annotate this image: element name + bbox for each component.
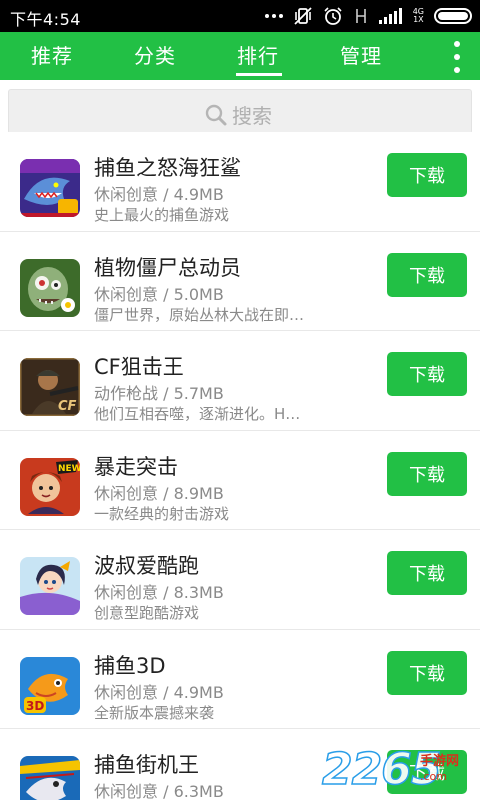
app-description: 一款经典的射击游戏 [94,504,230,523]
app-name: 植物僵尸总动员 [94,255,241,280]
app-meta: 休闲创意 / 4.9MB [94,682,224,702]
tab-recommend[interactable]: 推荐 [12,40,92,69]
tab-manage[interactable]: 管理 [321,40,401,69]
fish-3d-icon: 3D [20,656,80,715]
vertical-dots-icon[interactable] [450,41,464,73]
app-description: 全新版本震撼来袭 [94,703,215,722]
zombie-game-icon [20,258,80,317]
search-placeholder: 搜索 [232,104,272,128]
app-description: 创意型跑酷游戏 [94,604,200,622]
search-input[interactable]: 搜索 [8,89,472,134]
shark-game-icon [20,159,80,217]
list-item[interactable]: 捕鱼之怒海狂鲨 休闲创意 / 4.9MB 史上最火的捕鱼游戏 下载 [0,132,480,232]
app-name: 暴走突击 [94,454,178,479]
download-button[interactable]: 下载 [387,650,467,695]
status-bar: 下午4:54 4G 1X [0,0,480,32]
search-icon [205,104,227,125]
runner-girl-icon [20,557,80,615]
download-button[interactable]: 下载 [387,153,467,197]
signal-bars-icon [378,8,403,24]
app-description: 史上最火的捕鱼游戏 [94,206,230,224]
app-meta: 休闲创意 / 8.3MB [94,583,224,602]
download-button[interactable]: 下载 [387,551,467,595]
watermark-text: 手游网 [420,754,460,769]
mute-vibrate-icon [293,6,313,26]
svg-text:CF: CF [58,399,77,414]
more-dots-icon [264,14,283,18]
svg-text:NEW: NEW [58,464,80,474]
watermark-url: .com [420,770,447,783]
svg-text:3D: 3D [26,699,44,713]
fishing-arcade-icon [20,756,80,800]
tab-ranking[interactable]: 排行 [218,40,298,69]
app-name: 捕鱼街机王 [94,753,199,777]
list-item[interactable]: NEW 暴走突击 休闲创意 / 8.9MB 一款经典的射击游戏 下载 [0,430,480,530]
site-watermark: 2265 手游网 .com [321,740,480,798]
download-button[interactable]: 下载 [387,451,467,496]
top-nav-bar: 推荐 分类 排行 管理 [0,32,480,80]
active-tab-indicator [236,73,282,76]
app-description: 僵尸世界，原始丛林大战在即… [94,305,305,324]
app-name: 捕鱼3D [94,653,166,678]
download-button[interactable]: 下载 [387,352,467,396]
status-time: 下午4:54 [10,10,81,29]
app-name: CF狙击王 [94,355,184,379]
status-icons: 4G 1X [264,5,472,27]
app-meta: 动作枪战 / 5.7MB [94,384,224,403]
tab-category[interactable]: 分类 [115,40,195,69]
app-name: 捕鱼之怒海狂鲨 [94,156,241,180]
list-item[interactable]: 波叔爱酷跑 休闲创意 / 8.3MB 创意型跑酷游戏 下载 [0,530,480,630]
app-meta: 休闲创意 / 5.0MB [94,284,224,304]
list-item[interactable]: 植物僵尸总动员 休闲创意 / 5.0MB 僵尸世界，原始丛林大战在即… 下载 [0,231,480,331]
list-item[interactable]: 3D 捕鱼3D 休闲创意 / 4.9MB 全新版本震撼来袭 下载 [0,629,480,729]
app-meta: 休闲创意 / 4.9MB [94,185,224,204]
battery-icon [434,8,472,24]
app-meta: 休闲创意 / 6.3MB [94,782,224,800]
app-list: 捕鱼之怒海狂鲨 休闲创意 / 4.9MB 史上最火的捕鱼游戏 下载 植物僵尸总动… [0,132,480,800]
alarm-icon [323,6,343,26]
app-name: 波叔爱酷跑 [94,554,199,578]
no-signal-icon [353,6,369,26]
cf-soldier-icon: CF [20,358,80,416]
app-meta: 休闲创意 / 8.9MB [94,483,224,503]
app-description: 他们互相吞噬，逐渐进化。H… [94,405,301,423]
assault-game-icon: NEW [20,457,80,516]
download-button[interactable]: 下载 [387,252,467,297]
network-type: 4G 1X [412,7,424,24]
list-item[interactable]: CF CF狙击王 动作枪战 / 5.7MB 他们互相吞噬，逐渐进化。H… 下载 [0,331,480,431]
